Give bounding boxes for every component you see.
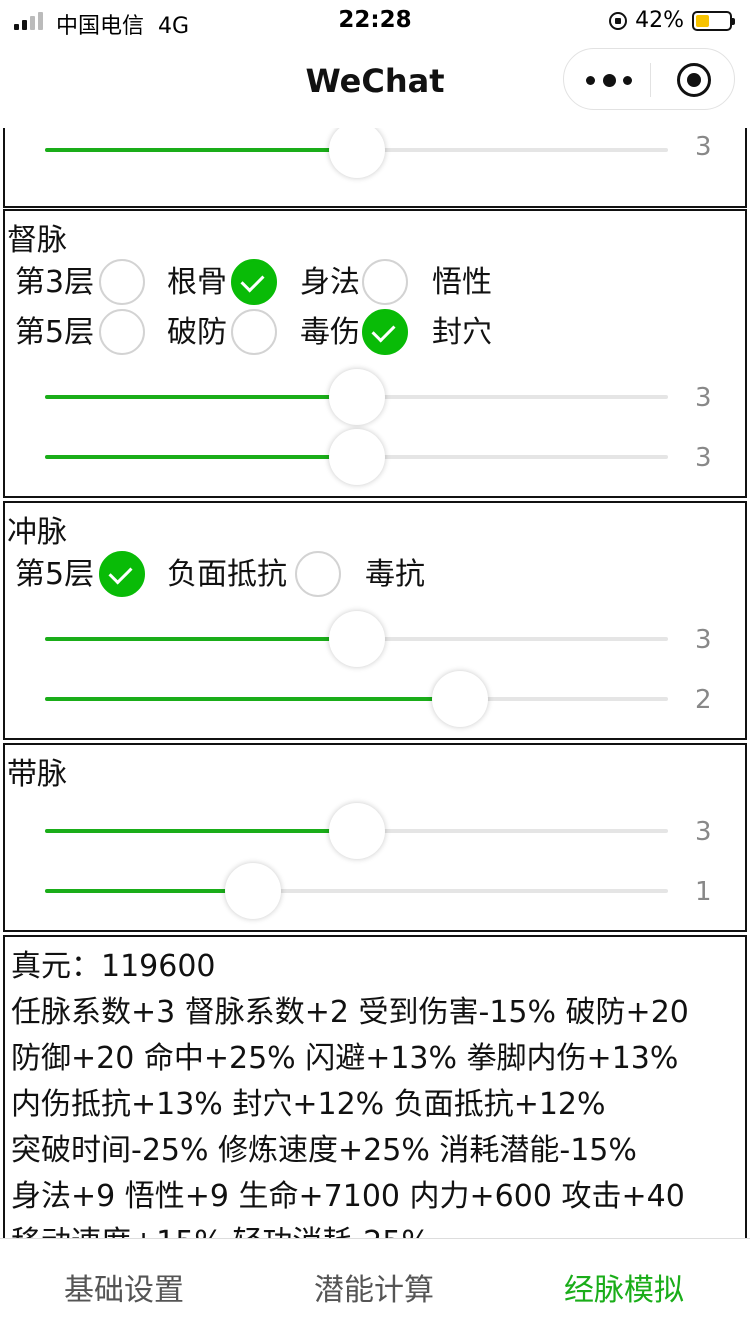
orientation-lock-icon xyxy=(609,11,628,30)
slider-thumb[interactable] xyxy=(328,803,385,859)
option-chong-dukang[interactable]: 毒抗 xyxy=(365,551,425,599)
summary-line: 任脉系数+3 督脉系数+2 受到伤害-15% 破防+20 xyxy=(11,995,689,1030)
summary-line: 内伤抵抗+13% 封穴+12% 负面抵抗+12% xyxy=(11,1087,606,1122)
radio-icon[interactable] xyxy=(99,309,145,355)
slider-thumb[interactable] xyxy=(224,863,281,919)
slider-value: 1 xyxy=(695,877,712,907)
slider-value: 3 xyxy=(695,817,712,847)
slider[interactable] xyxy=(45,367,668,427)
slider-value: 2 xyxy=(695,685,712,715)
option-du-pofang[interactable]: 破防 xyxy=(167,309,277,357)
option-du-wuxing[interactable]: 悟性 xyxy=(432,259,492,307)
radio-icon[interactable] xyxy=(362,309,408,355)
summary-line: 防御+20 命中+25% 闪避+13% 拳脚内伤+13% xyxy=(11,1041,679,1076)
panel-summary: 真元：119600 任脉系数+3 督脉系数+2 受到伤害-15% 破防+20 防… xyxy=(3,935,747,1238)
battery-percent: 42% xyxy=(635,8,684,33)
option-du-dushang[interactable]: 毒伤 xyxy=(300,309,408,357)
summary-line: 突破时间-25% 修炼速度+25% 消耗潜能-15% xyxy=(11,1133,637,1168)
slider-value: 3 xyxy=(695,383,712,413)
summary-zhenyuan: 真元：119600 xyxy=(11,949,216,984)
status-bar: 中国电信 4G 22:28 42% xyxy=(0,0,750,42)
tab-potential-calc[interactable]: 潜能计算 xyxy=(314,1265,434,1309)
panel-chong: 冲脉 第5层 负面抵抗 毒抗 3 2 xyxy=(3,501,747,740)
slider-thumb[interactable] xyxy=(328,429,385,485)
radio-icon[interactable] xyxy=(231,309,277,355)
summary-line: 身法+9 悟性+9 生命+7100 内力+600 攻击+40 xyxy=(11,1179,685,1214)
option-du-layer3[interactable]: 第3层 xyxy=(15,259,145,307)
more-dots-icon[interactable] xyxy=(586,73,632,87)
option-chong-fumian[interactable]: 负面抵抗 xyxy=(167,551,341,599)
slider-value: 3 xyxy=(695,132,712,162)
panel-title: 督脉 xyxy=(7,223,67,258)
slider-thumb[interactable] xyxy=(432,671,489,727)
tab-meridian-sim[interactable]: 经脉模拟 xyxy=(564,1265,684,1309)
slider-value: 3 xyxy=(695,443,712,473)
panel-ren: 3 xyxy=(3,128,747,208)
radio-icon[interactable] xyxy=(99,259,145,305)
radio-icon[interactable] xyxy=(362,259,408,305)
battery-icon xyxy=(692,10,735,31)
summary-line: 移动速度+15% 轻功消耗-25% xyxy=(11,1217,430,1238)
option-du-gengu[interactable]: 根骨 xyxy=(167,259,277,307)
mini-program-capsule xyxy=(563,48,735,110)
slider-thumb[interactable] xyxy=(328,128,385,178)
tab-basic-settings[interactable]: 基础设置 xyxy=(64,1265,184,1309)
radio-icon[interactable] xyxy=(295,551,341,597)
slider-thumb[interactable] xyxy=(328,369,385,425)
slider-value: 3 xyxy=(695,625,712,655)
capsule-divider xyxy=(650,63,651,97)
slider-thumb[interactable] xyxy=(328,611,385,667)
slider[interactable] xyxy=(45,427,668,487)
radio-icon[interactable] xyxy=(231,259,277,305)
option-chong-layer5[interactable]: 第5层 xyxy=(15,551,145,599)
panel-title: 冲脉 xyxy=(7,515,67,550)
close-miniprogram-icon[interactable] xyxy=(677,63,711,97)
radio-icon[interactable] xyxy=(99,551,145,597)
nav-bar: WeChat xyxy=(0,42,750,128)
slider[interactable] xyxy=(45,669,668,729)
panel-title: 带脉 xyxy=(7,757,67,792)
content-scroll[interactable]: 3 督脉 第3层 根骨 身法 悟性 第5层 破防 毒伤 封穴 3 3 冲脉 第5… xyxy=(0,128,750,1238)
slider[interactable] xyxy=(45,801,668,861)
slider[interactable] xyxy=(45,128,668,180)
tab-bar: 基础设置 潜能计算 经脉模拟 xyxy=(0,1238,750,1335)
panel-du: 督脉 第3层 根骨 身法 悟性 第5层 破防 毒伤 封穴 3 3 xyxy=(3,209,747,498)
slider[interactable] xyxy=(45,861,668,921)
option-du-shenfa[interactable]: 身法 xyxy=(300,259,408,307)
slider[interactable] xyxy=(45,609,668,669)
panel-dai: 带脉 3 1 xyxy=(3,743,747,932)
option-du-layer5[interactable]: 第5层 xyxy=(15,309,145,357)
option-du-fengxue[interactable]: 封穴 xyxy=(432,309,492,357)
